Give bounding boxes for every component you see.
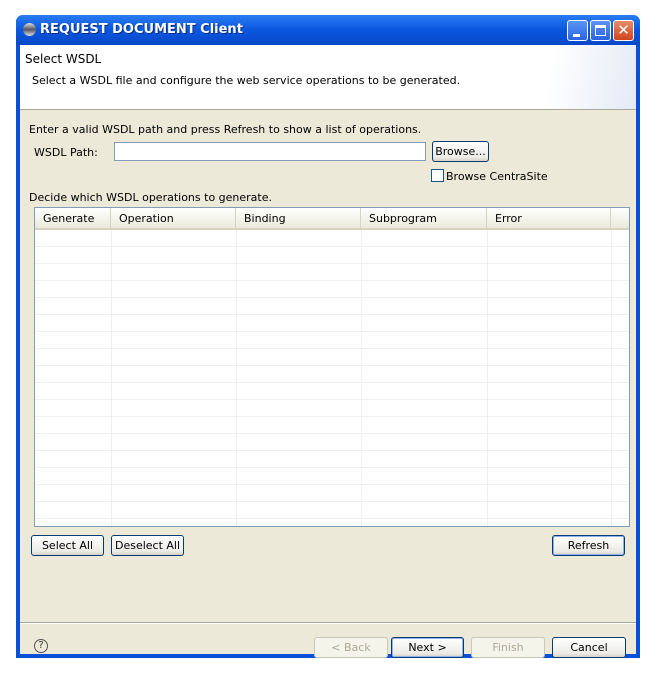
column-header-error[interactable]: Error — [487, 208, 611, 230]
column-header-operation[interactable]: Operation — [111, 208, 236, 230]
page-title: Select WSDL — [25, 52, 102, 66]
column-header-filler — [611, 208, 629, 230]
table-row[interactable] — [35, 264, 629, 281]
column-header-generate[interactable]: Generate — [35, 208, 111, 230]
table-row[interactable] — [35, 417, 629, 434]
table-row[interactable] — [35, 281, 629, 298]
back-button[interactable]: < Back — [314, 637, 388, 658]
select-all-button[interactable]: Select All — [31, 535, 104, 556]
column-divider — [611, 230, 612, 526]
app-icon — [23, 23, 36, 36]
question-icon[interactable]: ? — [34, 639, 48, 653]
column-divider — [361, 230, 362, 526]
table-row[interactable] — [35, 332, 629, 349]
column-header-subprogram[interactable]: Subprogram — [361, 208, 487, 230]
footer-divider — [20, 622, 636, 624]
table-row[interactable] — [35, 485, 629, 502]
wsdl-path-input[interactable] — [114, 142, 426, 161]
browse-centrasite-label: Browse CentraSite — [446, 170, 548, 183]
table-row[interactable] — [35, 366, 629, 383]
table-row[interactable] — [35, 468, 629, 485]
table-row[interactable] — [35, 247, 629, 264]
table-row[interactable] — [35, 298, 629, 315]
browse-button[interactable]: Browse... — [432, 141, 489, 162]
column-divider — [487, 230, 488, 526]
close-button[interactable]: ✕ — [613, 20, 634, 41]
deselect-all-button[interactable]: Deselect All — [111, 535, 184, 556]
column-divider — [236, 230, 237, 526]
cancel-button[interactable]: Cancel — [552, 637, 626, 658]
refresh-button[interactable]: Refresh — [552, 535, 625, 556]
table-row[interactable] — [35, 349, 629, 366]
table-row[interactable] — [35, 502, 629, 519]
table-row[interactable] — [35, 315, 629, 332]
browse-centrasite-checkbox[interactable] — [431, 169, 444, 182]
column-header-binding[interactable]: Binding — [236, 208, 361, 230]
dialog-window: REQUEST DOCUMENT Client ✕ Select WSDL Se… — [16, 15, 640, 658]
operations-table[interactable]: Generate Operation Binding Subprogram Er… — [34, 207, 630, 527]
wizard-header: Select WSDL Select a WSDL file and confi… — [20, 45, 636, 110]
table-row[interactable] — [35, 400, 629, 417]
page-description: Select a WSDL file and configure the web… — [32, 74, 461, 87]
window-title: REQUEST DOCUMENT Client — [40, 22, 243, 37]
maximize-button[interactable] — [590, 20, 611, 41]
decide-text: Decide which WSDL operations to generate… — [29, 191, 272, 204]
table-row[interactable] — [35, 434, 629, 451]
instruction-text: Enter a valid WSDL path and press Refres… — [29, 123, 422, 136]
next-button[interactable]: Next > — [391, 637, 464, 658]
finish-button[interactable]: Finish — [471, 637, 545, 658]
minimize-button[interactable] — [567, 20, 588, 41]
column-divider — [111, 230, 112, 526]
title-bar: REQUEST DOCUMENT Client ✕ — [16, 15, 640, 45]
table-row[interactable] — [35, 230, 629, 247]
table-row[interactable] — [35, 451, 629, 468]
table-row[interactable] — [35, 383, 629, 400]
wsdl-path-label: WSDL Path: — [34, 146, 98, 159]
